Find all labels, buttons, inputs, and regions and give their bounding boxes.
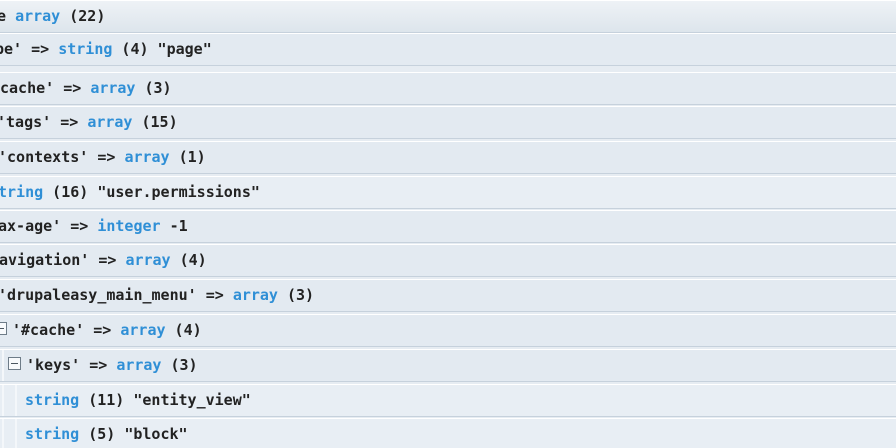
dump-row-key-item[interactable]: string (11) "entity_view": [0, 384, 896, 417]
row-type: integer: [97, 217, 161, 235]
tree-guide-line: [15, 385, 17, 416]
row-key: 'tags' =>: [0, 113, 88, 131]
collapse-toggle-icon[interactable]: [8, 357, 21, 370]
dump-row-type[interactable]: pe' => string (4) "page": [0, 33, 896, 66]
debug-dump-viewer: e array (22) pe' => string (4) "page" ca…: [0, 0, 896, 448]
row-type: array: [90, 79, 136, 97]
dump-row-menu-cache[interactable]: '#cache' => array (4): [0, 314, 896, 347]
collapse-toggle-icon[interactable]: [0, 322, 7, 335]
row-value: (3): [135, 79, 172, 97]
row-key: e: [0, 7, 7, 25]
tree-guide-line: [2, 350, 4, 381]
tree-guide-line: [15, 419, 17, 448]
row-value: (1): [169, 148, 206, 166]
row-type: array: [87, 113, 133, 131]
row-key: ax-age' =>: [0, 217, 98, 235]
row-type: string: [25, 391, 80, 409]
tree-guide-line: [2, 419, 4, 448]
row-type: array: [15, 7, 61, 25]
dump-row-keys[interactable]: 'keys' => array (3): [0, 349, 896, 382]
row-value: (3): [161, 356, 198, 374]
row-value: (4): [165, 321, 202, 339]
row-key: cache' =>: [0, 79, 91, 97]
row-key: pe' =>: [0, 40, 59, 58]
dump-row-tags[interactable]: 'tags' => array (15): [0, 106, 896, 139]
dump-row-root[interactable]: e array (22): [0, 0, 896, 33]
row-value: (5) "block": [79, 425, 188, 443]
row-value: (15): [132, 113, 178, 131]
dump-row-contexts[interactable]: 'contexts' => array (1): [0, 141, 896, 174]
dump-row-navigation[interactable]: avigation' => array (4): [0, 244, 896, 277]
dump-row-key-item[interactable]: string (5) "block": [0, 418, 896, 448]
row-type: string: [25, 425, 80, 443]
row-value: (4) "page": [112, 40, 212, 58]
row-value: (11) "entity_view": [79, 391, 251, 409]
row-key: avigation' =>: [0, 251, 126, 269]
row-key: 'keys' =>: [26, 356, 117, 374]
dump-row-max-age[interactable]: ax-age' => integer -1: [0, 210, 896, 243]
row-value: -1: [160, 217, 188, 235]
row-type: array: [124, 148, 170, 166]
dump-row-context-item[interactable]: tring (16) "user.permissions": [0, 176, 896, 209]
tree-guide-line: [2, 385, 4, 416]
row-type: array: [120, 321, 166, 339]
row-type: array: [125, 251, 171, 269]
dump-row-main-menu[interactable]: 'drupaleasy_main_menu' => array (3): [0, 279, 896, 312]
row-type: tring: [0, 183, 44, 201]
row-value: (3): [277, 286, 315, 304]
row-type: string: [58, 40, 113, 58]
row-type: array: [232, 286, 278, 304]
row-value: (4): [170, 251, 207, 269]
dump-row-cache[interactable]: cache' => array (3): [0, 72, 896, 105]
row-key: '#cache' =>: [12, 321, 121, 339]
row-type: array: [116, 356, 162, 374]
row-key: 'drupaleasy_main_menu' =>: [0, 286, 233, 304]
row-value: (16) "user.permissions": [43, 183, 260, 201]
row-key: 'contexts' =>: [0, 148, 125, 166]
row-value: (22): [60, 7, 106, 25]
